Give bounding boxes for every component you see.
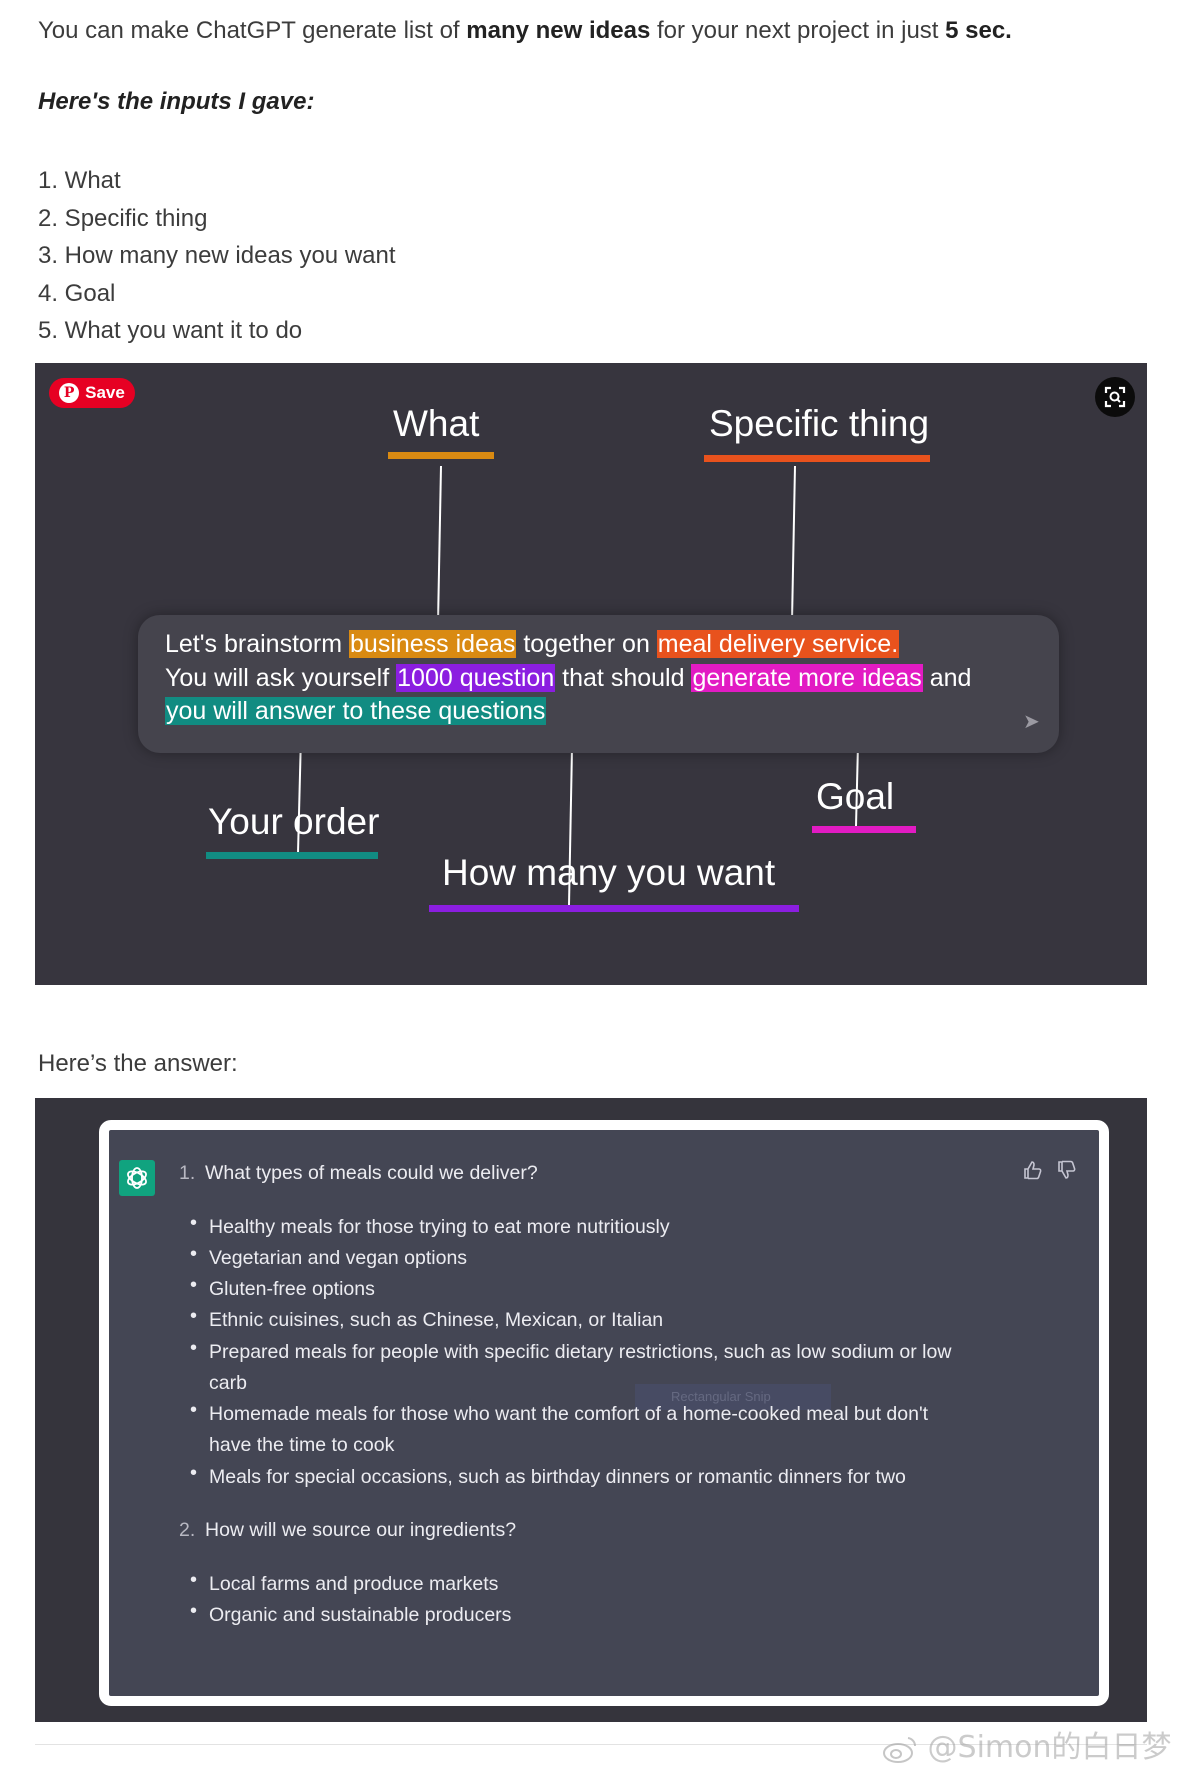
list-item: 1. What [38,167,121,194]
intro-bold-time: 5 sec. [945,17,1012,44]
answer-heading: Here’s the answer: [38,1050,238,1077]
prompt-diagram: P Save What Specific thing Let's brainst… [35,363,1147,985]
label-your-order: Your order [208,801,380,842]
thumbs-up-icon[interactable] [1023,1160,1043,1180]
intro-text-mid: for your next project in just [650,17,946,44]
chat-screenshot: 1. What types of meals could we deliver? … [35,1098,1147,1722]
underline-order [206,852,378,859]
list-item: 1. What types of meals could we deliver? [179,1162,538,1184]
openai-logo-icon [127,1167,147,1189]
list-item: 2. Specific thing [38,204,208,232]
highlight-generate-ideas: generate more ideas [691,663,923,692]
highlight-answer-questions: you will answer to these questions [165,697,547,725]
chatgpt-logo-icon [119,1160,155,1196]
highlight-1000-question: 1000 question [396,663,556,692]
label-goal: Goal [816,776,895,817]
list-item: 5. What you want it to do [38,317,303,344]
prompt-text: Let's brainstorm business ideas together… [165,630,972,725]
underline-what [388,452,494,459]
underline-goal [812,826,916,833]
list-item-continuation: have the time to cook [209,1434,395,1456]
list-item-continuation: carb [209,1372,247,1394]
intro-text: You can make ChatGPT generate list of [38,17,467,44]
list-item: 2. How will we source our ingredients? [179,1519,517,1541]
chat-frame: 1. What types of meals could we deliver? … [99,1120,1109,1706]
list-item: 3. How many new ideas you want [38,242,396,269]
underline-specific [704,455,930,462]
thumbs-down-icon[interactable] [1057,1160,1077,1180]
label-what: What [393,403,480,444]
inputs-heading: Here's the inputs I gave: [38,88,315,115]
label-specific-thing: Specific thing [709,403,930,444]
weibo-watermark: @Simon的白日梦 [882,1722,1172,1766]
connector-specific [791,465,796,622]
connector-what [437,465,442,624]
underline-howmany [429,905,799,912]
intro-bold-ideas: many new ideas [466,17,651,44]
highlight-business-ideas: business ideas [349,630,517,658]
feedback-buttons [1023,1160,1077,1180]
weibo-icon [883,1736,917,1763]
send-icon: ➤ [1023,711,1040,733]
inputs-list: 1. What 2. Specific thing 3. How many ne… [38,162,396,350]
label-how-many: How many you want [442,852,776,893]
intro-paragraph: You can make ChatGPT generate list of ma… [38,12,1012,50]
highlight-meal-delivery: meal delivery service. [656,630,900,658]
list-item: 4. Goal [38,279,116,307]
